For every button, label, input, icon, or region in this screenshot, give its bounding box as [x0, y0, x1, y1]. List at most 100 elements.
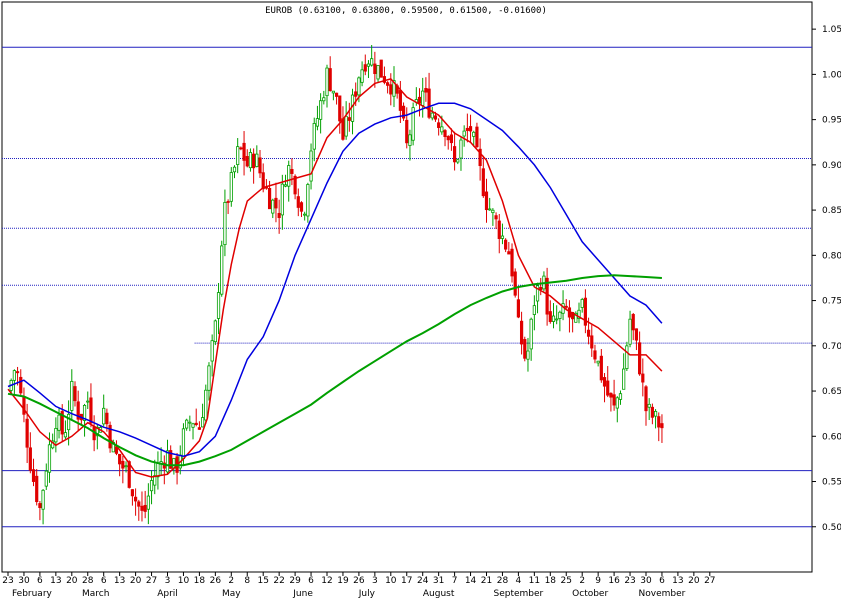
candle-body-204	[660, 423, 664, 429]
candle-body-192	[622, 368, 626, 390]
candle-body-112	[366, 63, 371, 67]
candle-body-170	[551, 315, 556, 322]
y-tick-label-11: 1.05	[822, 25, 841, 35]
candle-body-56	[188, 421, 192, 424]
x-tick-label-3: 13	[50, 576, 61, 586]
candle-body-3	[19, 376, 23, 394]
candle-body-71	[236, 146, 240, 165]
candle-body-68	[226, 201, 230, 203]
candle-body-85	[280, 183, 284, 216]
candle-body-34	[118, 453, 122, 465]
candle-body-18	[67, 413, 71, 431]
x-tick-label-22: 26	[353, 576, 365, 586]
candle-body-157	[510, 248, 514, 277]
candle-body-113	[370, 58, 374, 66]
x-tick-label-1: 30	[18, 576, 30, 586]
candle-body-99	[325, 67, 329, 97]
candle-body-158	[513, 271, 517, 296]
candle-body-105	[344, 115, 348, 137]
candle-body-82	[271, 199, 275, 214]
x-month-label-8: October	[572, 589, 608, 599]
candle-body-77	[255, 153, 259, 167]
candle-body-101	[331, 90, 335, 94]
x-tick-label-17: 22	[273, 576, 284, 586]
x-tick-label-33: 11	[529, 576, 540, 586]
chart-title: EUROB (0.63100, 0.63800, 0.59500, 0.6150…	[265, 6, 547, 16]
y-tick-label-9: 0.95	[822, 116, 841, 126]
candle-body-69	[229, 172, 233, 202]
candle-body-155	[504, 239, 508, 250]
candle-body-70	[232, 166, 237, 173]
y-tick-label-10: 1.00	[822, 70, 841, 80]
x-tick-label-2: 6	[37, 576, 43, 586]
candle-body-44	[149, 480, 154, 492]
candle-body-196	[634, 328, 639, 341]
candle-body-35	[121, 460, 125, 469]
y-tick-label-2: 0.60	[822, 432, 841, 442]
x-tick-label-44: 27	[704, 576, 715, 586]
candle-body-111	[363, 64, 367, 72]
candle-body-87	[287, 165, 291, 187]
candle-body-73	[242, 142, 246, 161]
x-tick-label-36: 2	[579, 576, 585, 586]
x-tick-label-15: 8	[244, 576, 250, 586]
candle-body-57	[191, 423, 195, 428]
y-tick-label-8: 0.90	[822, 161, 841, 171]
candle-body-198	[641, 373, 645, 383]
candle-body-42	[143, 504, 147, 512]
candle-body-11	[44, 470, 48, 487]
candle-body-7	[31, 469, 36, 482]
candle-body-14	[54, 428, 58, 443]
candle-body-104	[341, 118, 345, 140]
candle-body-190	[615, 397, 619, 409]
candle-body-38	[130, 489, 135, 497]
y-tick-label-4: 0.70	[822, 342, 841, 352]
candle-body-93	[306, 184, 310, 217]
candle-body-183	[593, 350, 597, 360]
x-tick-label-12: 18	[194, 576, 206, 586]
x-tick-label-18: 29	[289, 576, 301, 586]
candle-body-91	[299, 202, 304, 212]
candle-body-153	[497, 220, 501, 239]
candle-body-12	[47, 444, 52, 473]
candle-body-55	[185, 419, 189, 429]
candle-body-193	[625, 345, 629, 369]
x-tick-label-7: 13	[114, 576, 125, 586]
x-tick-label-20: 12	[321, 576, 332, 586]
candle-body-83	[274, 197, 278, 209]
candle-body-24	[86, 400, 90, 403]
y-tick-label-0: 0.50	[822, 523, 841, 533]
candle-body-160	[519, 320, 524, 345]
x-tick-label-34: 18	[545, 576, 557, 586]
x-tick-label-40: 30	[640, 576, 652, 586]
candle-body-172	[558, 311, 562, 319]
candle-body-60	[200, 417, 205, 428]
candle-body-128	[417, 96, 422, 104]
x-tick-label-30: 21	[481, 576, 492, 586]
x-tick-label-42: 13	[672, 576, 683, 586]
candle-body-174	[564, 305, 568, 308]
candle-body-15	[57, 414, 61, 431]
candle-body-140	[456, 159, 460, 163]
candle-body-97	[319, 100, 323, 120]
candle-body-90	[296, 196, 300, 208]
x-tick-label-16: 15	[257, 576, 268, 586]
candle-body-163	[529, 318, 533, 350]
candle-body-17	[63, 432, 68, 438]
candle-body-199	[644, 386, 648, 412]
x-tick-label-4: 20	[66, 576, 78, 586]
candle-body-49	[165, 450, 170, 473]
x-tick-label-6: 6	[101, 576, 107, 586]
candle-body-159	[516, 299, 521, 318]
candle-body-185	[599, 355, 603, 381]
candle-body-138	[449, 134, 454, 144]
x-month-label-2: April	[157, 589, 178, 599]
candle-body-62	[207, 365, 211, 391]
candle-body-202	[653, 410, 658, 417]
x-tick-label-32: 4	[516, 576, 522, 586]
x-month-label-7: September	[494, 589, 544, 599]
x-tick-label-35: 25	[561, 576, 572, 586]
x-tick-label-38: 16	[608, 576, 620, 586]
candle-body-156	[507, 251, 511, 255]
candle-body-66	[220, 245, 224, 295]
